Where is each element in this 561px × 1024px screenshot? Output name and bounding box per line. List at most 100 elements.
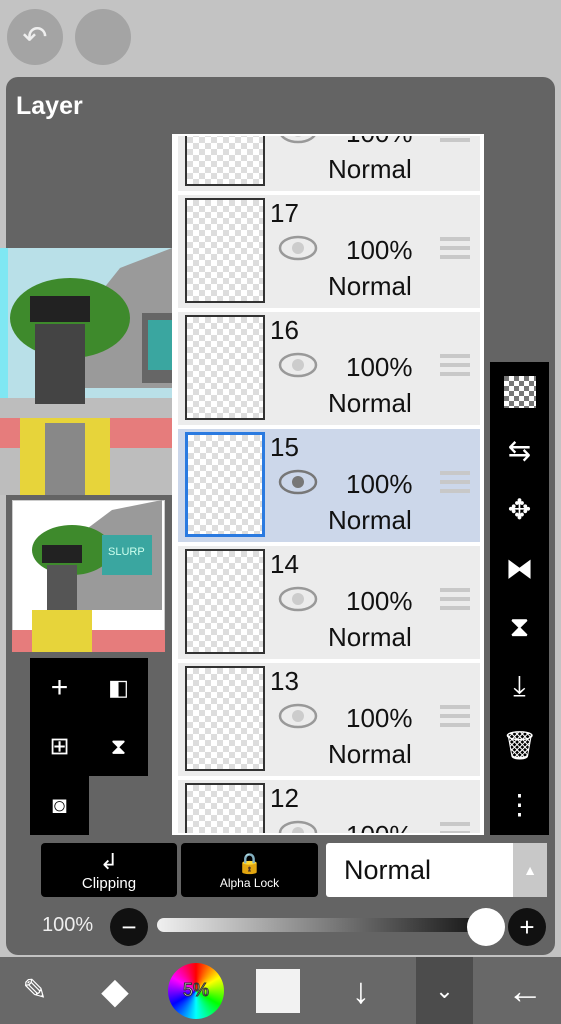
layer-blend-mode: Normal	[328, 505, 412, 535]
eye-icon[interactable]	[278, 134, 318, 144]
layer-opacity: 100%	[346, 469, 413, 499]
layer-thumbnail	[185, 783, 265, 833]
opacity-increase-button[interactable]: +	[508, 908, 546, 946]
layer-thumbnail	[185, 549, 265, 654]
layer-number: 15	[270, 432, 299, 462]
blend-mode-dropdown[interactable]: Normal ▲	[326, 843, 547, 897]
layer-panel-toggle-button[interactable]: ⌄	[416, 957, 473, 1024]
flip-horizontal-icon: ◧	[108, 674, 129, 700]
arrow-left-icon: ←	[507, 969, 543, 1011]
canvas-preview[interactable]	[0, 248, 172, 495]
color-wheel-icon: 5%	[168, 962, 224, 1019]
flip-horizontal-icon: ⧓	[505, 553, 534, 584]
layer-opacity: 100%	[346, 352, 413, 382]
layer-blend-mode: Normal	[328, 388, 412, 418]
eye-icon[interactable]	[278, 352, 318, 378]
clipping-icon: ↲	[99, 848, 119, 874]
layer-row[interactable]: 13 100% Normal	[178, 663, 480, 776]
flip-horizontal-button[interactable]: ◧	[89, 658, 148, 717]
drag-handle-icon[interactable]	[440, 471, 470, 493]
drag-handle-icon[interactable]	[440, 822, 470, 833]
move-button[interactable]: ✥	[490, 480, 549, 539]
camera-button[interactable]: ◙	[30, 776, 89, 835]
layer-list[interactable]: 100% Normal 17 100% Normal 16 100% Norma…	[172, 134, 484, 835]
layer-toolbar: ⇆ ✥ ⧓ ⧗ ⤓ 🗑 ⋮	[490, 362, 549, 835]
layer-number: 17	[270, 198, 299, 228]
layer-opacity: 100%	[346, 820, 413, 835]
transparent-button[interactable]	[490, 362, 549, 421]
layer-blend-mode: Normal	[328, 271, 412, 301]
layer-thumbnail	[185, 198, 265, 303]
layer-row[interactable]: 14 100% Normal	[178, 546, 480, 659]
opacity-value: 100%	[42, 914, 94, 936]
duplicate-icon: ⊞	[49, 733, 70, 760]
layer-row[interactable]: 15 100% Normal	[178, 429, 480, 542]
arrow-down-icon: ↓	[352, 969, 370, 1011]
plus-icon: +	[519, 911, 535, 942]
layer-opacity: 100%	[346, 703, 413, 733]
layer-blend-mode: Normal	[328, 739, 412, 769]
drag-handle-icon[interactable]	[440, 588, 470, 610]
eye-icon[interactable]	[278, 235, 318, 261]
undo-button[interactable]: ↶	[7, 9, 63, 65]
layer-opacity: 100%	[346, 586, 413, 616]
flip-vertical-icon: ⧗	[509, 611, 530, 642]
swap-icon: ⇆	[507, 435, 532, 466]
drag-handle-icon[interactable]	[440, 705, 470, 727]
layer-thumbnail	[185, 666, 265, 771]
layer-number: 12	[270, 783, 299, 813]
eye-icon[interactable]	[278, 703, 318, 729]
current-color-button[interactable]	[243, 957, 313, 1024]
fill-button[interactable]: ◆	[80, 957, 150, 1024]
layer-opacity: 100%	[346, 136, 413, 149]
opacity-decrease-button[interactable]: −	[110, 908, 148, 946]
eye-icon[interactable]	[278, 820, 318, 835]
color-wheel-button[interactable]: 5%	[161, 957, 231, 1024]
blend-mode-value: Normal	[344, 855, 432, 885]
opacity-slider[interactable]	[157, 918, 487, 932]
flip-v-button[interactable]: ⧗	[490, 598, 549, 657]
layer-blend-mode: Normal	[328, 154, 412, 184]
alpha-lock-icon: 🔒	[237, 852, 262, 875]
trash-icon: 🗑	[501, 730, 538, 761]
layer-row[interactable]: 17 100% Normal	[178, 195, 480, 308]
clipping-label: Clipping	[81, 874, 137, 892]
redo-button[interactable]	[75, 9, 131, 65]
eye-icon[interactable]	[278, 469, 318, 495]
eye-icon[interactable]	[278, 586, 318, 612]
flip-h-button[interactable]: ⧓	[490, 539, 549, 598]
opacity-slider-handle[interactable]	[467, 908, 505, 946]
canvas-thumbnail[interactable]: SLURP	[12, 500, 165, 652]
more-button[interactable]: ⋮	[490, 775, 549, 834]
back-button[interactable]: ←	[490, 957, 560, 1024]
add-layer-button[interactable]: +	[30, 658, 89, 717]
more-vertical-icon: ⋮	[505, 789, 534, 820]
drag-handle-icon[interactable]	[440, 354, 470, 376]
fill-diamond-icon: ◆	[101, 969, 129, 1011]
layer-row[interactable]: 100% Normal	[178, 134, 480, 191]
bottom-toolbar: ✎ ◆ 5% ↓ ⌄ ←	[0, 957, 561, 1024]
layer-opacity: 100%	[346, 235, 413, 265]
layer-row[interactable]: 12 100% Normal	[178, 780, 480, 835]
layer-thumbnail	[185, 315, 265, 420]
double-chevron-down-icon: ⌄	[435, 977, 454, 1003]
layer-number: 14	[270, 549, 299, 579]
layer-number: 16	[270, 315, 299, 345]
clipping-button[interactable]: ↲ Clipping	[41, 843, 177, 897]
color-percent: 5%	[182, 980, 209, 1001]
merge-down-button[interactable]: ⤓	[490, 657, 549, 716]
layer-number: 13	[270, 666, 299, 696]
layer-row[interactable]: 16 100% Normal	[178, 312, 480, 425]
flip-vertical-icon: ⧗	[110, 733, 127, 759]
layer-down-button[interactable]: ↓	[326, 957, 396, 1024]
layer-swap-button[interactable]: ⇆	[490, 421, 549, 480]
delete-button[interactable]: 🗑	[490, 716, 549, 775]
alpha-lock-button[interactable]: 🔒 Alpha Lock	[181, 843, 318, 897]
tool-switch-button[interactable]: ✎	[0, 957, 70, 1024]
drag-handle-icon[interactable]	[440, 237, 470, 259]
move-icon: ✥	[507, 494, 532, 525]
duplicate-layer-button[interactable]: ⊞	[30, 717, 89, 776]
color-swatch	[256, 968, 300, 1013]
drag-handle-icon[interactable]	[440, 136, 470, 142]
flip-vertical-button[interactable]: ⧗	[89, 717, 148, 776]
